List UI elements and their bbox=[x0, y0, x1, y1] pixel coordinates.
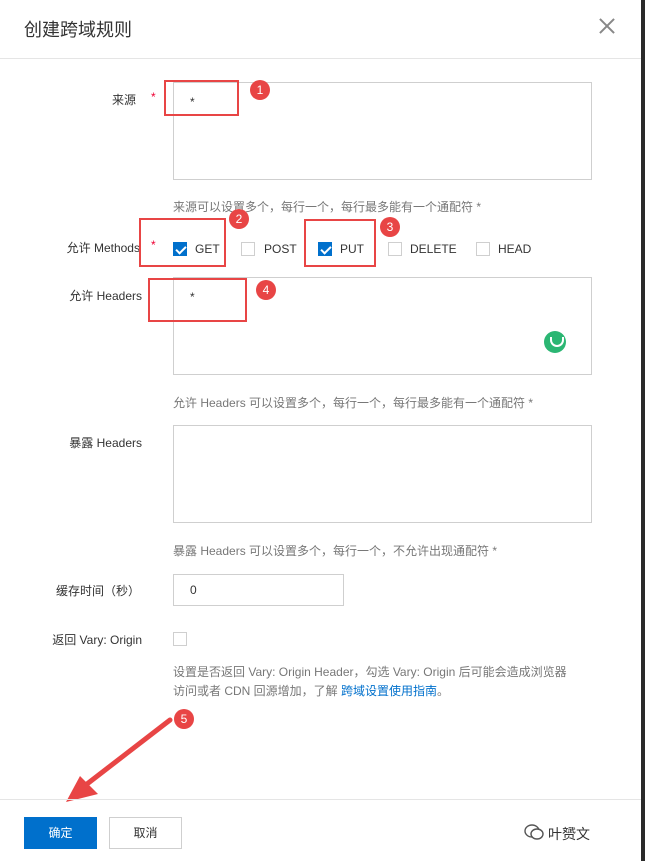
annotation-marker-4: 4 bbox=[256, 280, 276, 300]
annotation-box-4 bbox=[148, 278, 247, 322]
vary-origin-label: 返回 Vary: Origin bbox=[52, 633, 142, 647]
expose-headers-hint: 暴露 Headers 可以设置多个，每行一个，不允许出现通配符 * bbox=[173, 544, 498, 558]
origin-required-mark: * bbox=[151, 90, 156, 104]
vary-origin-hint-line2: 访问或者 CDN 回源增加，了解 跨域设置使用指南。 bbox=[173, 682, 449, 699]
dialog-title: 创建跨域规则 bbox=[24, 20, 132, 40]
expose-headers-label: 暴露 Headers bbox=[69, 436, 142, 450]
allow-headers-hint: 允许 Headers 可以设置多个，每行一个，每行最多能有一个通配符 * bbox=[173, 396, 534, 410]
method-post-label: POST bbox=[264, 242, 297, 256]
wechat-icon bbox=[524, 824, 544, 840]
allow-headers-label: 允许 Headers bbox=[69, 289, 142, 303]
method-head-checkbox[interactable] bbox=[476, 242, 490, 256]
annotation-box-2 bbox=[139, 218, 226, 267]
annotation-arrow-icon bbox=[66, 717, 173, 802]
annotation-marker-3: 3 bbox=[380, 217, 400, 237]
watermark-text: 叶赟文 bbox=[548, 826, 590, 842]
window-edge bbox=[641, 0, 645, 861]
cancel-button[interactable]: 取消 bbox=[109, 817, 182, 849]
method-delete-label: DELETE bbox=[410, 242, 457, 256]
cache-time-input[interactable]: 0 bbox=[173, 574, 344, 606]
method-post-checkbox[interactable] bbox=[241, 242, 255, 256]
method-head-label: HEAD bbox=[498, 242, 532, 256]
methods-label: 允许 Methods bbox=[66, 241, 140, 255]
vary-origin-checkbox[interactable] bbox=[173, 632, 187, 646]
create-cors-rule-dialog: 创建跨域规则 来源 * * 来源可以设置多个，每行一个，每行最多能有一个通配符 … bbox=[0, 0, 645, 861]
vary-origin-hint-line1: 设置是否返回 Vary: Origin Header，勾选 Vary: Orig… bbox=[173, 665, 567, 679]
cors-guide-link[interactable]: 跨域设置使用指南 bbox=[341, 684, 437, 698]
method-delete-checkbox[interactable] bbox=[388, 242, 402, 256]
annotation-box-1 bbox=[164, 80, 239, 116]
vary-origin-hint-suffix: 。 bbox=[437, 684, 450, 698]
cache-time-label: 缓存时间（秒） bbox=[55, 584, 140, 598]
grammar-assistant-icon[interactable] bbox=[544, 331, 566, 353]
origin-label: 来源 bbox=[111, 93, 136, 107]
annotation-marker-2: 2 bbox=[229, 209, 249, 229]
annotation-marker-1: 1 bbox=[250, 80, 270, 100]
vary-origin-hint-prefix: 访问或者 CDN 回源增加，了解 bbox=[173, 684, 342, 698]
dialog-header: 创建跨域规则 bbox=[0, 0, 645, 59]
confirm-button[interactable]: 确定 bbox=[24, 817, 97, 849]
annotation-box-3 bbox=[304, 219, 376, 267]
origin-hint: 来源可以设置多个，每行一个，每行最多能有一个通配符 * bbox=[173, 200, 482, 214]
close-icon[interactable] bbox=[595, 14, 619, 38]
expose-headers-textarea[interactable] bbox=[173, 425, 592, 523]
